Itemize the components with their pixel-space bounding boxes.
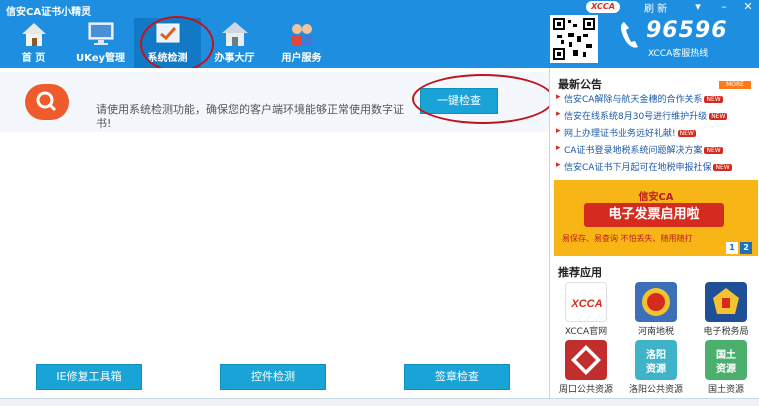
announcement-item[interactable]: 网上办理证书业务远好礼献!NEW [556,126,756,143]
nav-home-label: 首 页 [21,53,46,64]
hotline-number: 96596 [646,18,728,43]
app-e-tax-bureau[interactable]: 电子税务局 [694,282,758,338]
app-name: 电子税务局 [703,327,749,337]
app-henan-tax[interactable]: 河南地税 [624,282,688,338]
banner-subtext: 易保存、易查询 不怕丢失、随用随打 [562,234,693,243]
check-description: 请使用系统检测功能，确保您的客户端环境能够正常使用数字证书! [96,103,404,130]
luoyang-logo-icon: 洛阳 资源 [635,340,677,380]
refresh-button[interactable]: 刷 新 [644,0,667,15]
svg-text:资源: 资源 [716,362,736,375]
announcement-item[interactable]: CA证书登录地税系统问题解决方案NEW [556,143,756,160]
app-luoyang-resources[interactable]: 洛阳 资源 洛阳公共资源 [624,340,688,396]
control-check-button[interactable]: 控件检测 [220,364,326,390]
title-bar: 信安CA证书小精灵 首 页 UKey管理 系统检测 办事大厅 用户服务 XCCA… [0,0,759,68]
highlight-circle-nav [140,16,214,72]
app-name: 周口公共资源 [558,385,613,395]
announcement-item[interactable]: 信安CA证书下月起可在地税申报社保NEW [556,160,756,177]
more-link[interactable]: MORE [719,81,751,89]
minimize-icon[interactable]: – [716,0,732,13]
monitor-icon [88,22,113,45]
banner-page-2[interactable]: 2 [740,242,752,254]
qr-code [550,15,598,63]
banner-brand: 信安CA [638,192,674,203]
announcement-item[interactable]: 信安CA解除与航天金穗的合作关系NEW [556,92,756,109]
signature-check-button[interactable]: 签章检查 [404,364,510,390]
search-icon [36,91,57,112]
ie-repair-toolbox-button[interactable]: IE修复工具箱 [36,364,142,390]
home-icon [21,23,46,46]
new-badge: NEW [709,113,728,120]
menu-icon[interactable]: ▾ [690,0,706,13]
users-icon [290,24,313,46]
announcement-list: 信安CA解除与航天金穗的合作关系NEW 信安在线系统8月30号进行维护升级NEW… [556,92,756,177]
svg-text:洛阳: 洛阳 [646,348,666,361]
hotline: 96596 XCCA客服热线 [614,16,754,60]
henan-tax-logo-icon [635,282,677,322]
svg-text:资源: 资源 [646,362,666,375]
app-title: 信安CA证书小精灵 [6,7,92,18]
promo-banner[interactable]: 信安CA 电子发票启用啦 易保存、易查询 不怕丢失、随用随打 1 2 [554,180,758,256]
nav-user-service-label: 用户服务 [281,53,322,64]
nav-ukey-label: UKey管理 [76,53,125,64]
new-badge: NEW [713,164,732,171]
search-badge [25,84,69,120]
qr-code-icon [553,18,595,60]
app-xcca[interactable]: XCCA XCCA官网 [554,282,618,338]
close-icon[interactable]: ✕ [740,0,756,13]
svg-text:XCCA: XCCA [570,298,602,310]
zhoukou-logo-icon [565,340,607,380]
svg-text:国土: 国土 [716,348,736,361]
nav-user-service[interactable]: 用户服务 [268,18,335,68]
banner-headline: 电子发票启用啦 [584,203,724,227]
app-land-resources[interactable]: 国土 资源 国土资源 [694,340,758,396]
new-badge: NEW [704,96,723,103]
xcca-logo-icon: XCCA [565,282,607,322]
land-resources-logo-icon: 国土 资源 [705,340,747,380]
status-bar [0,398,759,406]
house-icon [221,22,248,46]
highlight-circle-onekey [412,74,554,124]
announcements-title: 最新公告 [558,78,602,91]
recommended-title: 推荐应用 [558,266,602,279]
xcca-brand-logo: XCCA [586,1,620,13]
banner-page-1[interactable]: 1 [726,242,738,254]
announcement-item[interactable]: 信安在线系统8月30号进行维护升级NEW [556,109,756,126]
nav-ukey[interactable]: UKey管理 [67,18,134,68]
app-name: 洛阳公共资源 [628,385,683,395]
new-badge: NEW [704,147,723,154]
app-name: 国土资源 [707,385,744,395]
e-tax-logo-icon [705,282,747,322]
hotline-label: XCCA客服热线 [648,49,709,59]
right-panel: 最新公告 MORE 信安CA解除与航天金穗的合作关系NEW 信安在线系统8月30… [549,68,759,406]
phone-icon [621,22,638,48]
new-badge: NEW [677,130,696,137]
nav-home[interactable]: 首 页 [0,18,67,68]
app-name: XCCA官网 [564,327,608,337]
app-zhoukou-resources[interactable]: 周口公共资源 [554,340,618,396]
app-name: 河南地税 [637,327,674,337]
